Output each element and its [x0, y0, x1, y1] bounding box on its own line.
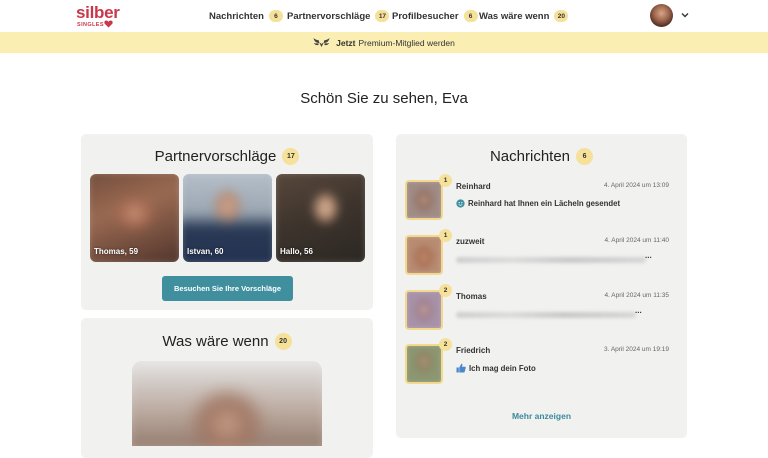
- suggestion-photo[interactable]: Thomas, 59: [90, 174, 179, 262]
- user-avatar[interactable]: [650, 4, 673, 27]
- count-badge: 17: [375, 10, 390, 22]
- visit-suggestions-button[interactable]: Besuchen Sie Ihre Vorschläge: [162, 276, 293, 301]
- nav-item-nachrichten[interactable]: Nachrichten 6: [209, 9, 283, 23]
- count-badge: 20: [554, 10, 569, 22]
- message-preview-text: Reinhard hat Ihnen ein Lächeln gesendet: [468, 199, 621, 208]
- blurred-message-preview: [456, 312, 636, 318]
- show-more-link[interactable]: Mehr anzeigen: [396, 411, 687, 421]
- message-date: 4. April 2024 um 11:35: [604, 292, 669, 299]
- message-item[interactable]: 1 zuzweit 4. April 2024 um 11:40 ...: [405, 229, 675, 279]
- unread-count-badge: 1: [439, 174, 452, 187]
- top-navigation-bar: silber SINGLES Nachrichten 6 Partnervors…: [0, 0, 768, 32]
- message-sender: Reinhard: [456, 182, 491, 191]
- message-date: 3. April 2024 um 19:19: [603, 346, 669, 353]
- message-avatar: [405, 180, 443, 220]
- whatif-title: Was wäre wenn: [162, 332, 269, 350]
- smile-icon: [456, 199, 465, 208]
- suggestion-photo[interactable]: Hallo, 56: [276, 174, 365, 262]
- count-badge: 6: [463, 10, 478, 22]
- thumbs-up-icon: [456, 363, 466, 373]
- count-badge: 6: [576, 147, 594, 165]
- message-item[interactable]: 2 Friedrich 3. April 2024 um 19:19 Ich m…: [405, 338, 675, 388]
- message-avatar: [405, 235, 443, 275]
- chevron-down-icon[interactable]: [680, 11, 690, 19]
- laurel-wings-icon: [313, 38, 330, 47]
- message-sender: Thomas: [456, 292, 487, 301]
- message-ellipsis: ...: [645, 251, 652, 260]
- unread-count-badge: 2: [439, 284, 452, 297]
- messages-title-row: Nachrichten 6: [396, 146, 687, 166]
- suggestions-title: Partnervorschläge: [154, 147, 277, 165]
- nav-item-partnervorschlaege[interactable]: Partnervorschläge 17: [287, 9, 390, 23]
- suggestions-title-row: Partnervorschläge 17: [81, 146, 373, 166]
- messages-title: Nachrichten: [489, 147, 571, 165]
- message-preview: Ich mag dein Foto: [456, 363, 536, 373]
- nav-label: Nachrichten: [209, 10, 264, 22]
- message-date: 4. April 2024 um 11:40: [604, 237, 669, 244]
- suggestion-name: Thomas, 59: [94, 247, 139, 256]
- nav-label: Partnervorschläge: [287, 10, 371, 22]
- whatif-title-row: Was wäre wenn 20: [81, 331, 373, 351]
- nav-item-profilbesucher[interactable]: Profilbesucher 6: [392, 9, 478, 23]
- unread-count-badge: 2: [439, 338, 452, 351]
- count-badge: 20: [274, 332, 292, 350]
- message-sender: Friedrich: [456, 346, 491, 355]
- page-title: Schön Sie zu sehen, Eva: [300, 90, 468, 107]
- message-avatar: [405, 344, 443, 384]
- premium-bold: Jetzt: [336, 37, 356, 48]
- unread-count-badge: 1: [439, 229, 452, 242]
- premium-banner[interactable]: Jetzt Premium-Mitglied werden: [0, 32, 768, 53]
- count-badge: 6: [268, 10, 283, 22]
- whatif-photo[interactable]: [132, 361, 322, 446]
- count-badge: 17: [282, 147, 300, 165]
- message-preview-text: Ich mag dein Foto: [469, 363, 536, 373]
- message-sender: zuzweit: [456, 237, 485, 246]
- nav-item-was-waere-wenn[interactable]: Was wäre wenn 20: [479, 9, 569, 23]
- blurred-message-preview: [456, 257, 646, 263]
- suggestion-name: Hallo, 56: [280, 247, 313, 256]
- message-item[interactable]: 2 Thomas 4. April 2024 um 11:35 ...: [405, 284, 675, 334]
- nav-label: Profilbesucher: [392, 10, 459, 22]
- message-avatar: [405, 290, 443, 330]
- premium-text: Premium-Mitglied werden: [358, 37, 455, 48]
- suggestion-name: Istvan, 60: [187, 247, 224, 256]
- nav-label: Was wäre wenn: [479, 10, 550, 22]
- message-preview: Reinhard hat Ihnen ein Lächeln gesendet: [456, 199, 620, 208]
- message-date: 4. April 2024 um 13:09: [603, 182, 669, 189]
- suggestion-photo[interactable]: Istvan, 60: [183, 174, 272, 262]
- message-item[interactable]: 1 Reinhard 4. April 2024 um 13:09 Reinha…: [405, 174, 675, 224]
- message-ellipsis: ...: [635, 306, 642, 315]
